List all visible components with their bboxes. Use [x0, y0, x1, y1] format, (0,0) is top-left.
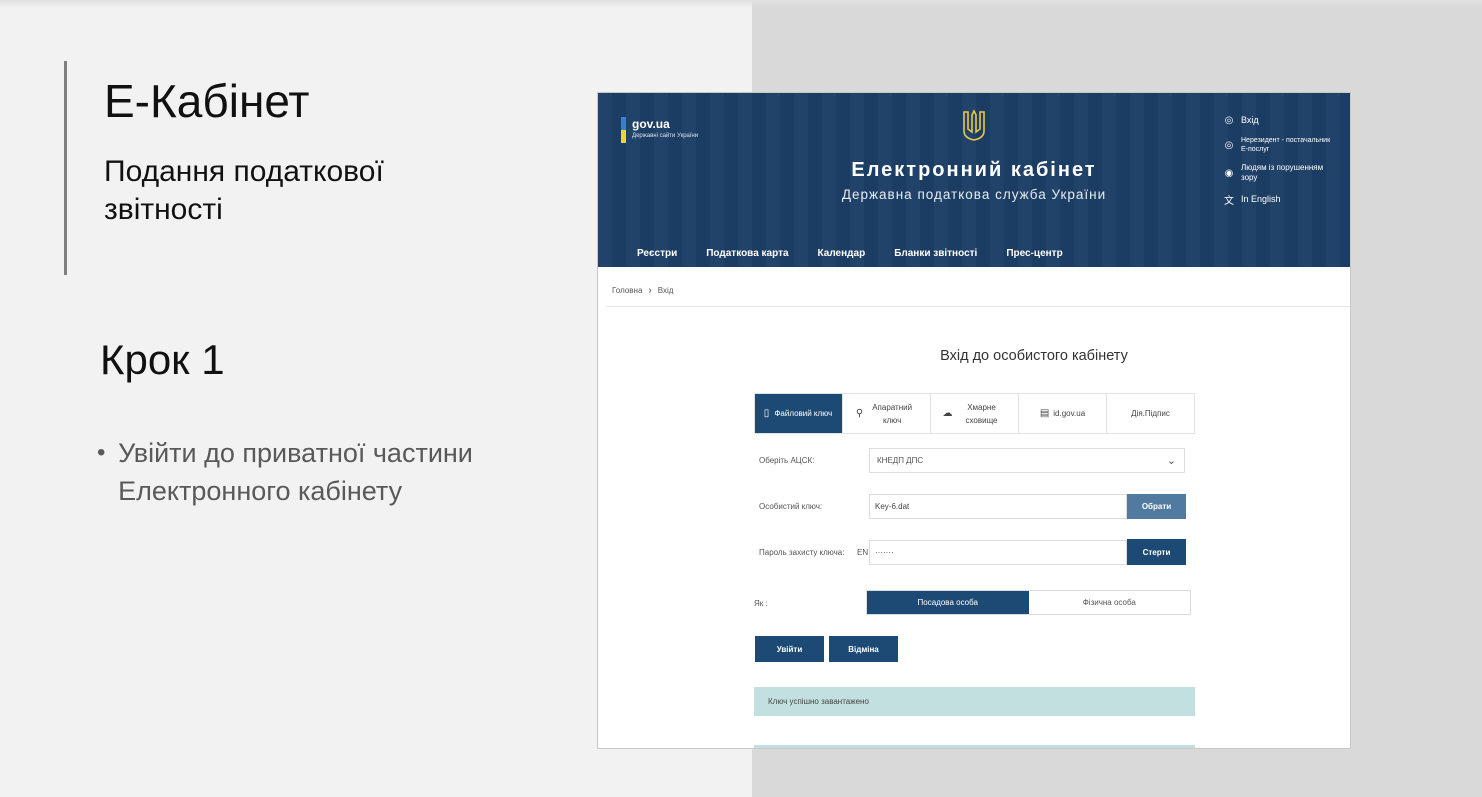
chevron-right-icon: › — [648, 285, 652, 296]
header-link-english[interactable]: 文 In English — [1222, 192, 1350, 207]
tab-id-gov[interactable]: ▤ id.gov.ua — [1019, 394, 1107, 433]
gov-name: gov.ua — [632, 117, 670, 131]
cloud-icon: ☁ — [942, 408, 953, 419]
role-individual[interactable]: Фізична особа — [1029, 591, 1191, 614]
form-actions: Увійти Відміна — [755, 636, 903, 662]
header-link-label: Вхід — [1241, 114, 1259, 125]
login-button[interactable]: Увійти — [755, 636, 824, 662]
nav-item-tax-map[interactable]: Податкова карта — [706, 248, 788, 259]
step-heading: Крок 1 — [100, 336, 225, 383]
nav-item-registries[interactable]: Реєстри — [637, 248, 677, 259]
role-selector: Посадова особа Фізична особа — [866, 590, 1191, 615]
top-shadow — [0, 0, 1482, 8]
tab-label: Файловий ключ — [774, 409, 833, 418]
cancel-button[interactable]: Відміна — [829, 636, 898, 662]
password-label: Пароль захисту ключа: — [759, 547, 845, 557]
file-icon: ▯ — [763, 408, 770, 419]
tab-diia[interactable]: Дія.Підпис — [1107, 394, 1194, 433]
breadcrumb-home[interactable]: Головна — [612, 286, 642, 295]
login-icon: ◎ — [1224, 114, 1234, 126]
nav-item-press[interactable]: Прес-центр — [1006, 248, 1062, 259]
gov-ua-logo[interactable]: gov.ua Державні сайти України — [621, 117, 698, 143]
password-input[interactable]: ······· — [869, 539, 1127, 565]
acsk-select[interactable]: КНЕДП ДПС ⌄ — [869, 448, 1185, 473]
header-link-nonresident[interactable]: ◎ Нерезидент - постачальник Е-послуг — [1222, 136, 1350, 154]
clear-password-button[interactable]: Стерти — [1127, 539, 1186, 565]
password-lang: EN — [857, 547, 869, 557]
bullet-text: Увійти до приватної частини Електронного… — [118, 438, 473, 506]
key-icon: ⚲ — [855, 408, 864, 419]
header-link-accessibility[interactable]: ◉ Людям із порушенням зору — [1222, 163, 1350, 183]
tab-file-key[interactable]: ▯ Файловий ключ — [755, 394, 843, 433]
header-link-login[interactable]: ◎ Вхід — [1222, 113, 1350, 127]
acsk-value: КНЕДП ДПС — [877, 456, 924, 465]
nonresident-icon: ◎ — [1224, 139, 1234, 151]
flag-icon — [621, 117, 626, 143]
nav-item-forms[interactable]: Бланки звітності — [894, 248, 977, 259]
key-row: Особистий ключ: Key-6.dat Обрати — [759, 494, 1186, 519]
breadcrumb-current: Вхід — [657, 286, 674, 295]
id-icon: ▤ — [1039, 408, 1050, 419]
ecabinet-screenshot: gov.ua Державні сайти України Електронни… — [597, 92, 1351, 749]
eye-icon: ◉ — [1224, 167, 1234, 179]
chevron-down-icon: ⌄ — [1166, 455, 1176, 467]
main-nav: Реєстри Податкова карта Календар Бланки … — [637, 248, 1092, 259]
tab-label: id.gov.ua — [1053, 409, 1086, 418]
success-alert: Ключ успішно завантажено — [754, 687, 1195, 716]
tab-cloud[interactable]: ☁ Хмарне сховище — [931, 394, 1019, 433]
bullet-dot-icon: • — [97, 439, 106, 466]
translate-icon: 文 — [1224, 195, 1234, 207]
login-tabs: ▯ Файловий ключ ⚲ Апаратний ключ ☁ Хмарн… — [754, 393, 1195, 434]
header-links: ◎ Вхід ◎ Нерезидент - постачальник Е-пос… — [1222, 113, 1350, 215]
tab-label: Хмарне сховище — [965, 402, 998, 425]
key-file-input[interactable]: Key-6.dat — [869, 494, 1127, 519]
role-official[interactable]: Посадова особа — [867, 591, 1029, 614]
breadcrumb: Головна › Вхід — [612, 285, 673, 296]
key-label: Особистий ключ: — [759, 502, 823, 511]
acsk-row: Оберіть АЦСК: КНЕДП ДПС ⌄ — [759, 448, 1185, 473]
header-link-label: Нерезидент - постачальник Е-послуг — [1241, 137, 1331, 153]
password-row: Пароль захисту ключа: EN ······· Стерти — [759, 539, 1186, 565]
tab-label: Апаратний ключ — [872, 402, 913, 425]
role-label: Як : — [754, 599, 768, 608]
header-link-label: In English — [1241, 193, 1281, 204]
slide-subtitle: Подання податкової звітності — [104, 155, 384, 226]
slide-title: Е-Кабінет — [104, 75, 310, 127]
header-link-label: Людям із порушенням зору — [1241, 163, 1324, 182]
bullet-item: • Увійти до приватної частини Електронно… — [97, 434, 477, 510]
acsk-label: Оберіть АЦСК: — [759, 456, 815, 465]
choose-key-button[interactable]: Обрати — [1127, 494, 1186, 519]
divider — [606, 306, 1350, 307]
second-alert — [754, 745, 1195, 748]
trident-icon — [963, 109, 985, 141]
tab-hardware-key[interactable]: ⚲ Апаратний ключ — [843, 394, 931, 433]
nav-item-calendar[interactable]: Календар — [818, 248, 866, 259]
login-title: Вхід до особистого кабінету — [940, 348, 1128, 364]
site-header: gov.ua Державні сайти України Електронни… — [598, 93, 1350, 267]
gov-sub: Державні сайти України — [632, 133, 699, 139]
accent-bar — [64, 61, 67, 275]
tab-label: Дія.Підпис — [1131, 409, 1170, 418]
